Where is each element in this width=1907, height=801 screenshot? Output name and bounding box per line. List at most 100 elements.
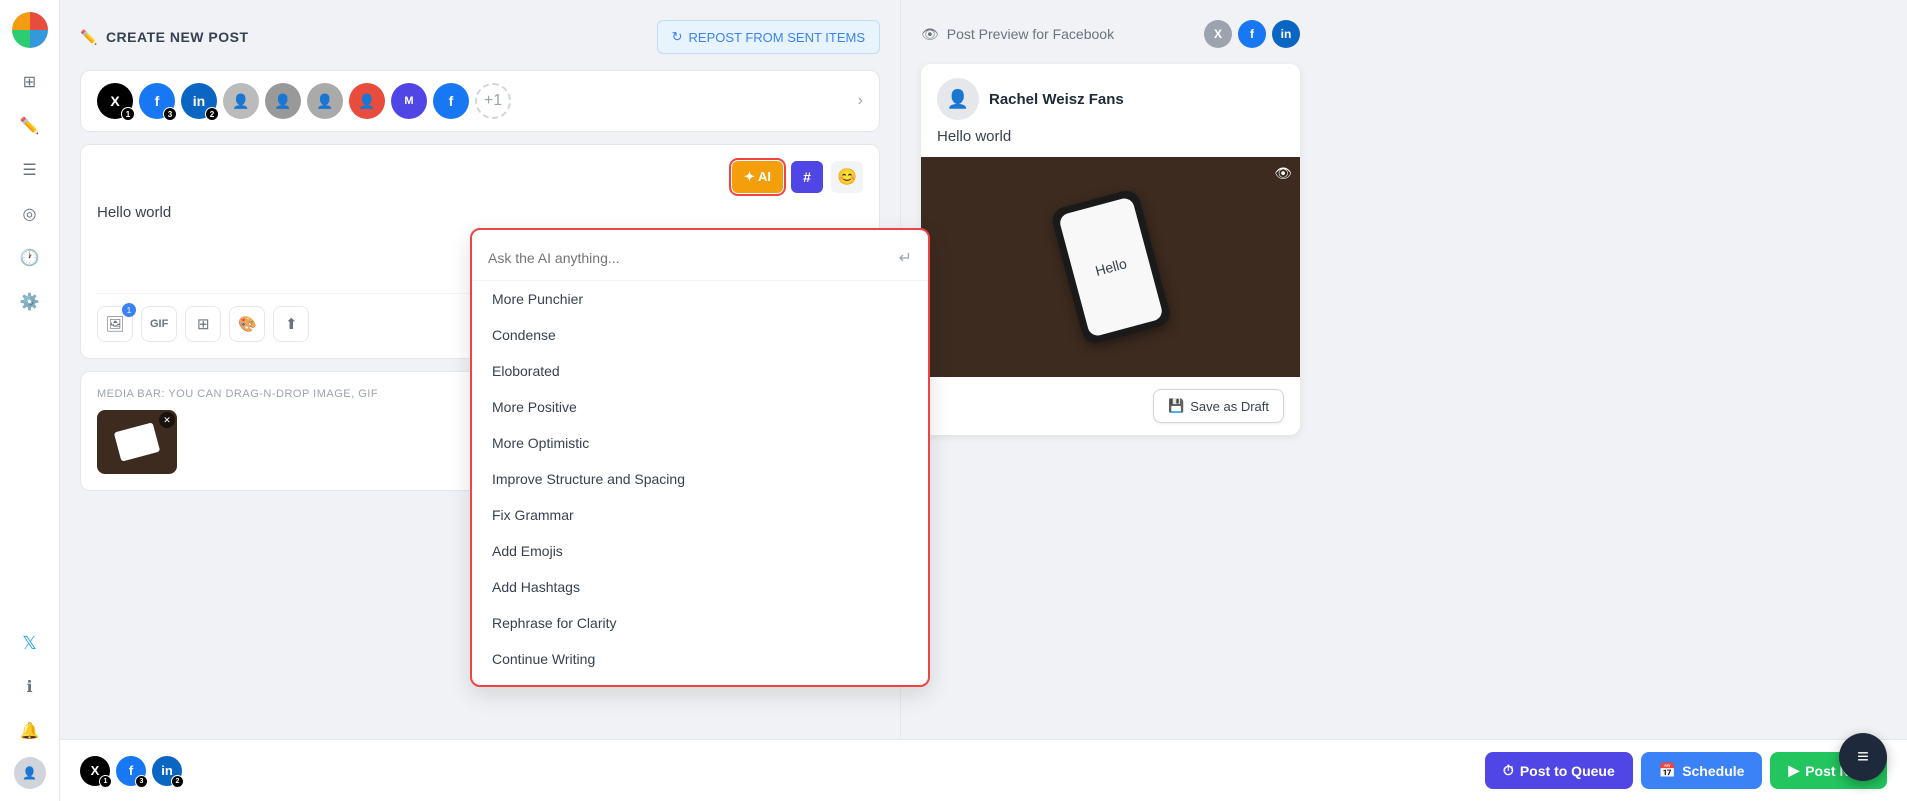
- account-li[interactable]: in2: [181, 83, 217, 119]
- save-draft-button[interactable]: 💾 Save as Draft: [1153, 389, 1284, 423]
- account-avatar4[interactable]: 👤: [349, 83, 385, 119]
- edit-icon[interactable]: ✏️: [12, 108, 48, 144]
- emoji-button[interactable]: 😊: [831, 161, 863, 193]
- preview-li-icon[interactable]: in: [1272, 20, 1300, 48]
- ai-item-continue-writing[interactable]: Continue Writing: [472, 641, 928, 677]
- bottom-account-x[interactable]: X1: [80, 756, 110, 786]
- create-title-icon: ✏️: [80, 29, 98, 46]
- account-x[interactable]: X1: [97, 83, 133, 119]
- image-button[interactable]: 🖼1: [97, 306, 133, 342]
- bottom-badge-x: 1: [99, 775, 112, 788]
- ai-item-fix-grammar[interactable]: Fix Grammar: [472, 497, 928, 533]
- preview-social-icons: X f in: [1204, 20, 1300, 48]
- preview-title: 👁 Post Preview for Facebook: [921, 26, 1114, 43]
- preview-post-text: Hello world: [921, 128, 1300, 157]
- preview-x-icon[interactable]: X: [1204, 20, 1232, 48]
- content-wrapper: ✏️ CREATE NEW POST ↻ REPOST FROM SENT IT…: [60, 0, 1907, 739]
- account-fb[interactable]: f3: [139, 83, 175, 119]
- ai-item-improve-structure[interactable]: Improve Structure and Spacing: [472, 461, 928, 497]
- account-bar: X1 f3 in2 👤 👤 👤 👤 M f +1 ›: [80, 70, 880, 132]
- floating-menu-button[interactable]: ≡: [1839, 733, 1887, 781]
- preview-fb-icon[interactable]: f: [1238, 20, 1266, 48]
- action-buttons: ⏱ Post to Queue 📅 Schedule ▶ Post Now: [1485, 752, 1887, 789]
- account-avatar5[interactable]: M: [391, 83, 427, 119]
- create-title: ✏️ CREATE NEW POST: [80, 29, 249, 46]
- ai-item-more-punchier[interactable]: More Punchier: [472, 281, 928, 317]
- repost-label: REPOST FROM SENT ITEMS: [689, 30, 865, 45]
- rss-icon[interactable]: ◎: [12, 196, 48, 232]
- account-avatar1[interactable]: 👤: [223, 83, 259, 119]
- post-to-queue-button[interactable]: ⏱ Post to Queue: [1485, 752, 1633, 789]
- account-li-badge: 2: [205, 107, 219, 121]
- info-icon[interactable]: ℹ: [12, 669, 48, 705]
- account-avatar3[interactable]: 👤: [307, 83, 343, 119]
- right-panel: 👁 Post Preview for Facebook X f in 👤 Rac…: [900, 0, 1320, 739]
- ai-item-eloborated[interactable]: Eloborated: [472, 353, 928, 389]
- save-draft-icon: 💾: [1168, 398, 1184, 414]
- repost-button[interactable]: ↻ REPOST FROM SENT ITEMS: [657, 20, 880, 54]
- list-icon[interactable]: ☰: [12, 152, 48, 188]
- layout-button[interactable]: ⊞: [185, 306, 221, 342]
- ai-item-condense[interactable]: Condense: [472, 317, 928, 353]
- bottom-account-li[interactable]: in2: [152, 756, 182, 786]
- ai-button-label: ✦ AI: [744, 169, 771, 185]
- account-avatar2[interactable]: 👤: [265, 83, 301, 119]
- preview-profile-name: Rachel Weisz Fans: [989, 91, 1124, 108]
- queue-label: Post to Queue: [1520, 763, 1615, 779]
- ai-item-add-hashtags[interactable]: Add Hashtags: [472, 569, 928, 605]
- upload-button[interactable]: ⬆: [273, 306, 309, 342]
- hash-button[interactable]: #: [791, 161, 823, 193]
- twitter-icon[interactable]: 𝕏: [12, 625, 48, 661]
- emoji-icon: 😊: [837, 167, 857, 187]
- post-icon: ▶: [1788, 762, 1799, 779]
- media-close-button[interactable]: ✕: [159, 412, 175, 428]
- preview-card: 👤 Rachel Weisz Fans Hello world Hello 👁 …: [921, 64, 1300, 435]
- media-thumb-inner: [114, 422, 160, 461]
- bell-icon[interactable]: 🔔: [12, 713, 48, 749]
- palette-button[interactable]: 🎨: [229, 306, 265, 342]
- create-title-text: CREATE NEW POST: [106, 29, 249, 45]
- ai-button[interactable]: ✦ AI: [732, 161, 783, 193]
- preview-phone: Hello: [1049, 188, 1172, 347]
- user-avatar[interactable]: 👤: [14, 757, 46, 789]
- save-draft-label: Save as Draft: [1190, 399, 1269, 414]
- create-header: ✏️ CREATE NEW POST ↻ REPOST FROM SENT IT…: [80, 20, 880, 54]
- ai-item-more-optimistic[interactable]: More Optimistic: [472, 425, 928, 461]
- preview-header: 👁 Post Preview for Facebook X f in: [921, 20, 1300, 48]
- preview-image: Hello 👁: [921, 157, 1300, 377]
- clock-icon[interactable]: 🕐: [12, 240, 48, 276]
- bottom-accounts: X1 f3 in2: [80, 756, 182, 786]
- bottom-badge-li: 2: [171, 775, 184, 788]
- preview-avatar: 👤: [937, 78, 979, 120]
- app-logo[interactable]: [12, 12, 48, 48]
- preview-phone-screen: Hello: [1057, 196, 1163, 337]
- account-fb2[interactable]: f: [433, 83, 469, 119]
- ai-dropdown: ↵ More Punchier Condense Eloborated More…: [470, 228, 930, 687]
- media-thumbnail[interactable]: ✕: [97, 410, 177, 474]
- ai-enter-icon[interactable]: ↵: [899, 248, 912, 268]
- repost-icon: ↻: [672, 29, 683, 45]
- settings-icon[interactable]: ⚙️: [12, 284, 48, 320]
- grid-icon[interactable]: ⊞: [12, 64, 48, 100]
- ai-item-rephrase[interactable]: Rephrase for Clarity: [472, 605, 928, 641]
- account-icons: X1 f3 in2 👤 👤 👤 👤 M f +1: [97, 83, 511, 119]
- eye-icon: 👁: [921, 26, 939, 43]
- chevron-right-icon[interactable]: ›: [858, 92, 863, 110]
- ai-item-more-positive[interactable]: More Positive: [472, 389, 928, 425]
- preview-eye-icon[interactable]: 👁: [1274, 165, 1292, 182]
- floating-menu-icon: ≡: [1857, 746, 1869, 769]
- queue-icon: ⏱: [1503, 762, 1514, 779]
- ai-item-add-emojis[interactable]: Add Emojis: [472, 533, 928, 569]
- bottom-badge-fb: 3: [135, 775, 148, 788]
- schedule-label: Schedule: [1682, 763, 1744, 779]
- schedule-icon: 📅: [1659, 762, 1676, 779]
- bottom-account-fb[interactable]: f3: [116, 756, 146, 786]
- ai-search-input[interactable]: [488, 250, 891, 266]
- image-badge: 1: [122, 303, 136, 317]
- account-plus[interactable]: +1: [475, 83, 511, 119]
- gif-button[interactable]: GIF: [141, 306, 177, 342]
- phone-screen-text: Hello: [1093, 255, 1128, 279]
- preview-card-header: 👤 Rachel Weisz Fans: [921, 64, 1300, 128]
- schedule-button[interactable]: 📅 Schedule: [1641, 752, 1763, 789]
- main-content: ✏️ CREATE NEW POST ↻ REPOST FROM SENT IT…: [60, 0, 1907, 801]
